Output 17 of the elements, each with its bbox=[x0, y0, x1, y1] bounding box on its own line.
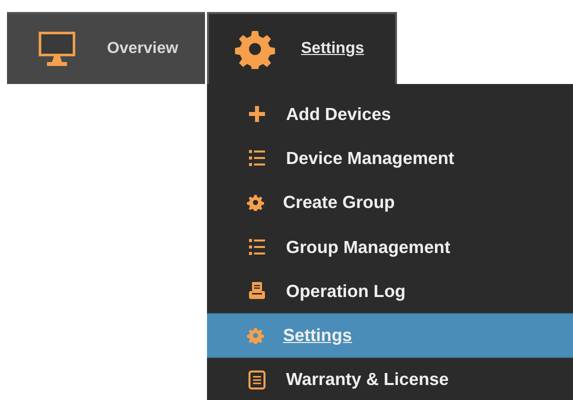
gear-icon bbox=[247, 194, 264, 212]
menu-item[interactable]: Device Management bbox=[207, 136, 573, 181]
document-icon bbox=[247, 370, 267, 390]
menu-item[interactable]: Group Management bbox=[207, 224, 573, 270]
menu-item[interactable]: Add Devices bbox=[207, 92, 573, 136]
list-icon bbox=[247, 237, 267, 258]
nav-tab[interactable]: Overview bbox=[7, 12, 205, 84]
menu-item[interactable]: Warranty & License bbox=[207, 358, 573, 400]
gear-icon bbox=[235, 29, 275, 69]
plus-icon bbox=[247, 104, 267, 124]
gear-icon bbox=[247, 327, 264, 344]
list-icon bbox=[247, 148, 267, 168]
monitor-icon bbox=[37, 29, 77, 69]
printer-icon bbox=[247, 281, 267, 302]
menu-item[interactable]: Operation Log bbox=[207, 269, 573, 314]
menu-item[interactable]: Create Group bbox=[207, 180, 573, 225]
nav-tab[interactable]: Settings bbox=[207, 12, 397, 84]
